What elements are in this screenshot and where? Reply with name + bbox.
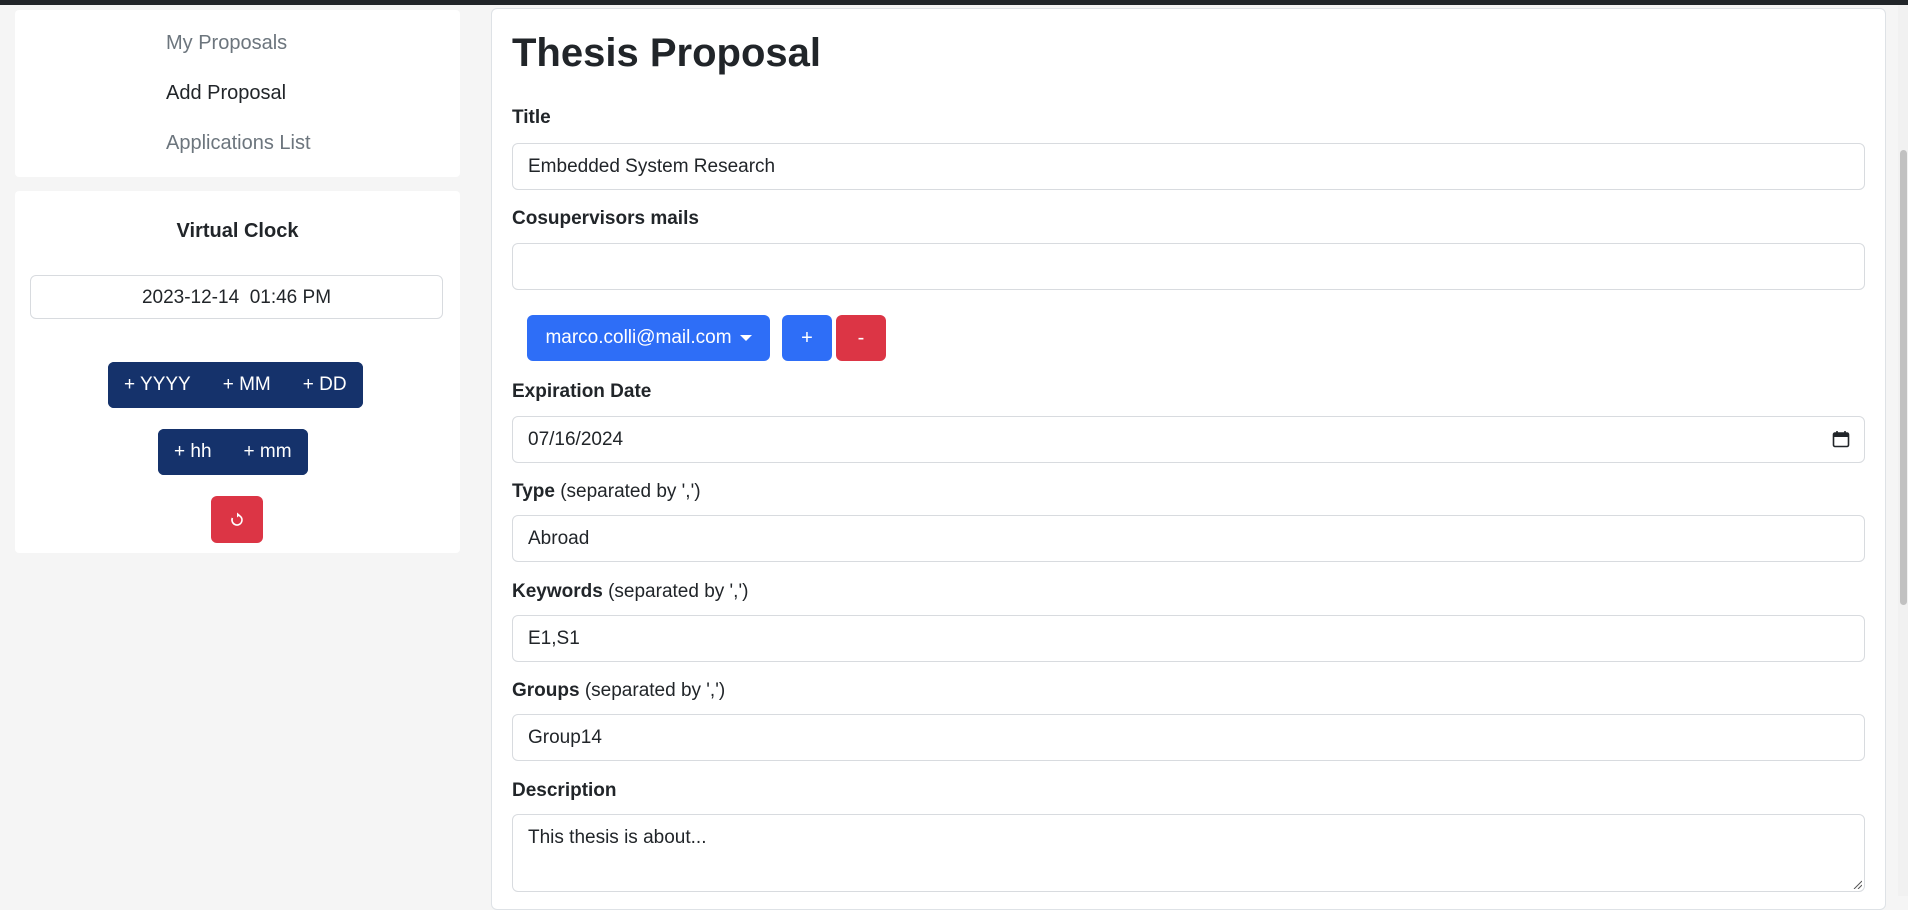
thesis-proposal-form: Thesis Proposal Title Embedded System Re… (491, 8, 1886, 910)
type-label-row: Type (separated by ',') (512, 481, 701, 503)
add-year-button[interactable]: + YYYY (108, 362, 207, 408)
reset-clock-button[interactable] (211, 496, 263, 543)
cosupervisors-input[interactable] (512, 243, 1865, 290)
description-textarea[interactable]: This thesis is about... (512, 814, 1865, 892)
add-cosupervisor-button[interactable]: + (782, 315, 832, 361)
expiration-date-input[interactable]: 07/16/2024 (512, 416, 1865, 463)
add-day-button[interactable]: + DD (286, 362, 363, 408)
type-label: Type (512, 481, 555, 502)
cosupervisors-label: Cosupervisors mails (512, 208, 699, 229)
groups-hint: (separated by ',') (579, 680, 726, 701)
cosupervisor-dropdown[interactable]: marco.colli@mail.com (527, 315, 770, 361)
reset-icon (231, 512, 243, 526)
nav-my-proposals[interactable]: My Proposals (166, 32, 287, 55)
time-increment-group: + hh + mm (158, 429, 308, 475)
sidebar-nav: My Proposals Add Proposal Applications L… (15, 10, 460, 177)
chevron-down-icon (739, 335, 752, 341)
add-minute-button[interactable]: + mm (227, 429, 308, 475)
remove-cosupervisor-button[interactable]: - (836, 315, 886, 361)
clock-display: 2023-12-14 01:46 PM (30, 275, 443, 319)
add-hour-button[interactable]: + hh (158, 429, 228, 475)
page-title: Thesis Proposal (512, 31, 821, 75)
scrollbar-thumb[interactable] (1900, 150, 1907, 605)
groups-label: Groups (512, 680, 580, 701)
nav-add-proposal[interactable]: Add Proposal (166, 82, 286, 105)
description-value: This thesis is about... (528, 827, 707, 848)
top-bar (0, 0, 1908, 5)
virtual-clock-title: Virtual Clock (176, 220, 299, 242)
title-input[interactable]: Embedded System Research (512, 143, 1865, 190)
add-month-button[interactable]: + MM (206, 362, 287, 408)
type-hint: (separated by ',') (554, 481, 701, 502)
groups-label-row: Groups (separated by ',') (512, 680, 725, 702)
virtual-clock-panel: Virtual Clock 2023-12-14 01:46 PM + YYYY… (15, 191, 460, 553)
expiration-label: Expiration Date (512, 381, 652, 402)
description-label: Description (512, 780, 617, 801)
cosupervisor-selected: marco.colli@mail.com (545, 327, 732, 348)
expiration-date-value: 07/16/2024 (528, 429, 624, 450)
groups-input[interactable]: Group14 (512, 714, 1865, 761)
keywords-label: Keywords (512, 581, 603, 602)
nav-applications-list[interactable]: Applications List (166, 132, 311, 155)
keywords-input[interactable]: E1,S1 (512, 615, 1865, 662)
date-increment-group: + YYYY + MM + DD (108, 362, 363, 408)
title-label: Title (512, 107, 551, 128)
keywords-label-row: Keywords (separated by ',') (512, 581, 748, 603)
type-input[interactable]: Abroad (512, 515, 1865, 562)
calendar-icon[interactable] (1832, 430, 1850, 448)
keywords-hint: (separated by ',') (602, 581, 749, 602)
resize-handle-icon[interactable] (1852, 879, 1862, 889)
